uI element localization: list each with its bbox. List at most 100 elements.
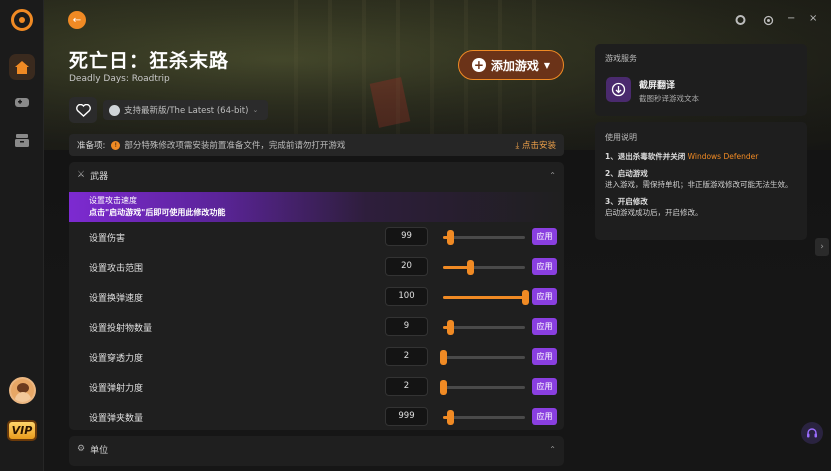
game-title: 死亡日：狂杀末路 [69, 50, 230, 72]
service-name[interactable]: 截屏翻译 [639, 78, 675, 91]
support-headset-icon[interactable] [801, 422, 823, 444]
app-logo-icon [11, 9, 33, 31]
option-slider[interactable] [440, 350, 525, 365]
settings-icon[interactable] [763, 15, 774, 29]
banner-hint: 点击"启动游戏"后即可使用此修改功能 [89, 208, 226, 217]
option-value-input[interactable]: 100 [385, 287, 428, 306]
weapon-icon: ⚔ [77, 170, 86, 180]
option-value-input[interactable]: 99 [385, 227, 428, 246]
step3-desc: 启动游戏成功后，开启修改。 [605, 208, 703, 217]
plus-icon: + [471, 58, 486, 72]
add-game-label: 添加游戏 [490, 58, 539, 73]
steam-icon [109, 104, 120, 116]
chevron-up-icon[interactable]: ⌃ [549, 445, 556, 454]
install-link[interactable]: ⤓ 点击安装 [516, 139, 556, 151]
gamepad-nav-icon[interactable] [9, 89, 35, 115]
apply-button[interactable]: 应用 [532, 318, 557, 335]
option-name: 设置伤害 [89, 234, 126, 244]
slider-handle[interactable] [522, 290, 529, 305]
unit-icon: ⚙ [77, 444, 86, 454]
services-card: 游戏服务 截屏翻译 截图秒译游戏文本 [595, 44, 807, 116]
option-name: 设置弹射力度 [89, 384, 144, 394]
slider-fill [443, 266, 471, 269]
apply-button[interactable]: 应用 [532, 258, 557, 275]
apply-button[interactable]: 应用 [532, 228, 557, 245]
version-label: 支持最新版/The Latest (64-bit) [124, 106, 249, 116]
chevron-down-icon: ⌄ [252, 106, 259, 114]
apply-button[interactable]: 应用 [532, 378, 557, 395]
translate-icon[interactable] [606, 77, 631, 102]
slider-handle[interactable] [446, 230, 454, 245]
apply-button[interactable]: 应用 [532, 408, 557, 425]
option-row: 设置投射物数量 9 应用 [69, 312, 564, 342]
option-slider[interactable] [443, 320, 525, 335]
prep-bar: 准备项: ! 部分特殊修改项需安装前置准备文件，完成前请勿打开游戏 ⤓ 点击安装 [69, 134, 564, 156]
minimize-icon[interactable]: − [787, 13, 795, 24]
home-nav-icon[interactable] [9, 54, 35, 80]
arrow-left-icon: ← [72, 14, 82, 26]
option-row: 设置伤害 99 应用 [69, 222, 564, 252]
apply-button[interactable]: 应用 [532, 288, 557, 305]
option-name: 设置投射物数量 [89, 324, 153, 334]
step3-title: 3、开启修改 [605, 197, 648, 206]
service-desc: 截图秒译游戏文本 [639, 94, 699, 103]
library-nav-icon[interactable] [9, 127, 35, 153]
chevron-up-icon[interactable]: ⌃ [549, 171, 556, 180]
slider-handle[interactable] [440, 380, 447, 395]
option-name: 设置换弹速度 [89, 294, 144, 304]
banner-title: 设置攻击速度 [89, 196, 137, 205]
prep-label: 准备项: [77, 141, 106, 151]
add-game-button[interactable]: + 添加游戏 ▼ [458, 50, 564, 80]
step2-title: 2、启动游戏 [605, 169, 648, 178]
app-window: VIP ← − × 死亡日：狂杀末路 Deadly Days: Roadtrip… [0, 0, 831, 471]
option-value-input[interactable]: 999 [385, 407, 428, 426]
close-icon[interactable]: × [809, 13, 817, 24]
instructions-title: 使用说明 [605, 133, 637, 142]
panel-header[interactable]: ⚔ 武器 [69, 162, 564, 188]
option-value-input[interactable]: 2 [385, 377, 428, 396]
vip-badge[interactable]: VIP [7, 420, 37, 441]
slider-handle[interactable] [440, 350, 447, 365]
heart-icon [75, 103, 91, 117]
panel-title: 武器 [90, 171, 109, 182]
version-select[interactable]: 支持最新版/The Latest (64-bit) ⌄ [103, 100, 268, 120]
slider-handle[interactable] [467, 260, 475, 275]
weapon-panel: ⚔ 武器 ⌃ 设置攻击速度 点击"启动游戏"后即可使用此修改功能 设置伤害 99 应… [69, 162, 564, 430]
option-slider[interactable] [443, 410, 525, 425]
notification-icon[interactable] [735, 14, 746, 29]
unit-panel-title: 单位 [90, 445, 109, 456]
sidebar: VIP [0, 0, 44, 471]
option-value-input[interactable]: 20 [385, 257, 428, 276]
option-name: 设置弹夹数量 [89, 414, 144, 424]
option-value-input[interactable]: 2 [385, 347, 428, 366]
services-title: 游戏服务 [605, 54, 637, 63]
option-row: 设置弹夹数量 999 应用 [69, 402, 564, 432]
apply-button[interactable]: 应用 [532, 348, 557, 365]
option-slider[interactable] [440, 380, 525, 395]
expand-panel-button[interactable]: › [815, 238, 829, 256]
option-slider[interactable] [443, 260, 525, 275]
favorite-button[interactable] [69, 97, 97, 123]
option-row: 设置穿透力度 2 应用 [69, 342, 564, 372]
step1-highlight: Windows Defender [687, 152, 759, 161]
slider-fill [443, 296, 525, 299]
option-slider[interactable] [443, 230, 525, 245]
caret-down-icon: ▼ [543, 60, 551, 70]
locked-option-banner: 设置攻击速度 点击"启动游戏"后即可使用此修改功能 [69, 192, 564, 222]
slider-handle[interactable] [446, 320, 454, 335]
option-row: 设置换弹速度 100 应用 [69, 282, 564, 312]
slider-handle[interactable] [446, 410, 454, 425]
step1-title: 1、退出杀毒软件并关闭 [605, 152, 686, 161]
warning-icon: ! [111, 140, 121, 150]
back-button[interactable]: ← [68, 11, 86, 29]
option-slider[interactable] [443, 290, 529, 305]
option-name: 设置攻击范围 [89, 264, 144, 274]
instructions-card: 使用说明 1、退出杀毒软件并关闭 Windows Defender 2、启动游戏… [595, 122, 807, 240]
unit-panel[interactable]: ⚙ 单位 ⌃ [69, 436, 564, 466]
option-row: 设置攻击范围 20 应用 [69, 252, 564, 282]
option-value-input[interactable]: 9 [385, 317, 428, 336]
game-subtitle: Deadly Days: Roadtrip [69, 74, 170, 84]
step2-desc: 进入游戏，需保持单机；非正版游戏修改可能无法生效。 [605, 180, 793, 189]
user-avatar[interactable] [9, 377, 36, 404]
option-row: 设置弹射力度 2 应用 [69, 372, 564, 402]
